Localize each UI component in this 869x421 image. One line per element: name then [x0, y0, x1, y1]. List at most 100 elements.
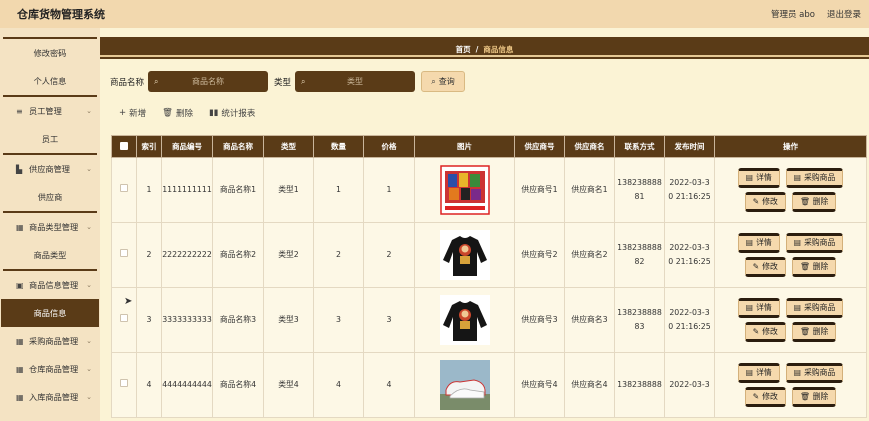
sidebar-item-label: 修改密码: [33, 48, 67, 58]
edit-button[interactable]: ✎ 修改: [744, 257, 786, 277]
row-select-cell[interactable]: [111, 352, 137, 418]
box-icon: ▣: [16, 280, 24, 290]
row-select-cell[interactable]: [111, 222, 137, 288]
query-button[interactable]: ⌕ 查询: [421, 71, 466, 92]
purchase-button[interactable]: ▤ 采购商品: [785, 168, 844, 188]
sidebar-item-1[interactable]: 个人信息: [0, 67, 100, 95]
name-search-input[interactable]: ⌕ 商品名称: [148, 71, 269, 92]
detail-label: 详情: [756, 303, 772, 312]
user-name[interactable]: 管理员 abo: [771, 8, 815, 20]
grid-icon: ▦: [16, 364, 24, 374]
row-select-cell[interactable]: [111, 157, 137, 223]
detail-button[interactable]: ▤ 详情: [737, 298, 780, 318]
cell-contact: 138238888 81: [614, 157, 665, 223]
sidebar-item-3[interactable]: 员工: [0, 125, 100, 153]
column-header: 图片: [414, 135, 515, 158]
sidebar-item-5[interactable]: 供应商: [0, 183, 100, 211]
cell-time: 2022-03-3: [664, 352, 715, 418]
sidebar-item-7[interactable]: 商品类型: [0, 241, 100, 269]
detail-button[interactable]: ▤ 详情: [737, 233, 780, 253]
detail-button[interactable]: ▤ 详情: [737, 363, 780, 383]
sidebar-item-label: 员工: [41, 134, 59, 144]
detail-button[interactable]: ▤ 详情: [737, 168, 780, 188]
cell-supplier-no: 供应商号1: [514, 157, 565, 223]
product-image[interactable]: [439, 230, 490, 280]
purchase-button[interactable]: ▤ 采购商品: [785, 233, 844, 253]
delete-button[interactable]: 🗑 删除: [162, 107, 193, 119]
top-bar: 仓库货物管理系统 管理员 abo 退出登录: [0, 0, 869, 28]
table-row: 1 1111111111 商品名称1 类型1 1 1 供应商号1 供应商名1 1…: [111, 157, 867, 223]
edit-label: 修改: [762, 197, 778, 206]
document-icon: ▤: [745, 303, 754, 312]
document-icon: ▤: [745, 238, 754, 247]
breadcrumb-home[interactable]: 首页: [456, 44, 471, 55]
row-checkbox[interactable]: [120, 314, 128, 322]
column-header: 操作: [714, 135, 867, 158]
sidebar-group-12[interactable]: ▦ 入库商品管理 ⌄: [0, 383, 100, 411]
cell-name: 商品名称4: [212, 352, 264, 418]
product-image[interactable]: [439, 295, 490, 345]
grid-icon: ▦: [16, 222, 24, 232]
row-delete-button[interactable]: 🗑 删除: [791, 322, 837, 342]
row-checkbox[interactable]: [120, 184, 128, 192]
row-delete-button[interactable]: 🗑 删除: [791, 192, 837, 212]
purchase-button[interactable]: ▤ 采购商品: [785, 363, 844, 383]
purchase-label: 采购商品: [804, 238, 836, 247]
breadcrumb-underline: [100, 55, 869, 57]
sidebar-group-2[interactable]: ≡ 员工管理 ⌄: [0, 97, 100, 125]
grid-icon: ▦: [16, 392, 24, 402]
cell-supplier-no: 供应商号4: [514, 352, 565, 418]
row-checkbox[interactable]: [120, 379, 128, 387]
add-button[interactable]: + 新增: [119, 107, 146, 119]
detail-label: 详情: [756, 173, 772, 182]
sidebar-group-8[interactable]: ▣ 商品信息管理 ⌄: [0, 271, 100, 299]
list-icon: ≡: [16, 106, 23, 116]
table-row: 4 4444444444 商品名称4 类型4 4 4 供应商号4 供应商名4 1…: [111, 352, 867, 418]
report-button-label: 统计报表: [221, 109, 256, 119]
mouse-cursor-icon: ➤: [124, 296, 133, 307]
document-icon: ▤: [793, 368, 802, 377]
row-delete-button[interactable]: 🗑 删除: [791, 387, 837, 407]
sidebar-group-6[interactable]: ▦ 商品类型管理 ⌄: [0, 213, 100, 241]
name-label: 商品名称: [110, 77, 145, 88]
cell-contact: 138238888 83: [614, 287, 665, 353]
sidebar-group-4[interactable]: ▙ 供应商管理 ⌄: [0, 155, 100, 183]
table-row: 2 2222222222 商品名称2 类型2 2 2 供应商号2 供应商名2 1…: [111, 222, 867, 288]
cell-supplier-name: 供应商名2: [564, 222, 615, 288]
cell-code: 4444444444: [161, 352, 213, 418]
logout-link[interactable]: 退出登录: [827, 8, 861, 20]
product-table: 索引 商品编号 商品名称 类型 数量 价格 图片 供应商号 供应商名 联系方式 发布时间 操作 1 1…: [111, 135, 867, 418]
sidebar-group-11[interactable]: ▦ 仓库商品管理 ⌄: [0, 355, 100, 383]
product-image[interactable]: [439, 360, 490, 410]
column-header: 供应商名: [564, 135, 615, 158]
row-checkbox[interactable]: [120, 249, 128, 257]
type-search-input[interactable]: ⌕ 类型: [295, 71, 416, 92]
purchase-button[interactable]: ▤ 采购商品: [785, 298, 844, 318]
row-delete-button[interactable]: 🗑 删除: [791, 257, 837, 277]
pencil-icon: ✎: [752, 327, 760, 336]
type-placeholder: 类型: [347, 77, 364, 86]
sidebar-group-label: 入库商品管理: [29, 392, 79, 402]
purchase-label: 采购商品: [804, 368, 836, 377]
chevron-down-icon: ⌄: [86, 337, 92, 345]
cell-time: 2022-03-3 0 21:16:25: [664, 222, 715, 288]
document-icon: ▤: [793, 238, 802, 247]
cell-actions: ▤ 详情 ▤ 采购商品 ✎ 修改 🗑 删除: [714, 222, 867, 288]
select-all-checkbox[interactable]: [120, 141, 128, 150]
product-image[interactable]: [439, 165, 490, 215]
document-icon: ▤: [793, 303, 802, 312]
contact-line-2: 81: [634, 192, 645, 201]
edit-label: 修改: [762, 392, 778, 401]
edit-button[interactable]: ✎ 修改: [744, 192, 786, 212]
sidebar-item-active[interactable]: 商品信息: [1, 299, 99, 327]
sidebar-item-0[interactable]: 修改密码: [0, 39, 100, 67]
cell-price: 4: [363, 352, 415, 418]
cell-supplier-name: 供应商名4: [564, 352, 615, 418]
edit-button[interactable]: ✎ 修改: [744, 322, 786, 342]
cell-name: 商品名称3: [212, 287, 264, 353]
sidebar-group-13[interactable]: ≡ 出库商品管理 ⌄: [0, 411, 100, 421]
select-all-header[interactable]: [111, 135, 137, 158]
sidebar-group-10[interactable]: ▦ 采购商品管理 ⌄: [0, 327, 100, 355]
report-button[interactable]: ▮▮ 统计报表: [209, 107, 255, 119]
edit-button[interactable]: ✎ 修改: [744, 387, 786, 407]
